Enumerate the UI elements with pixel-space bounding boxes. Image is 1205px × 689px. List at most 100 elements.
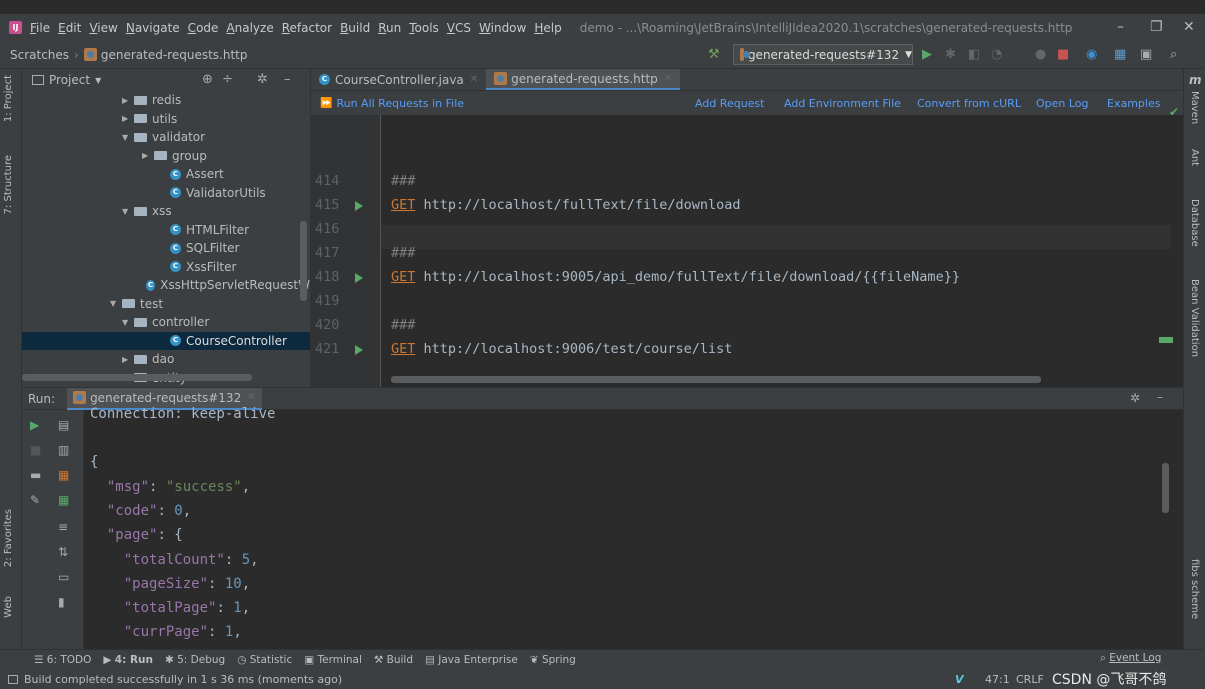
run-configuration-select[interactable]: generated-requests#132 ▼ <box>733 44 913 65</box>
console-output[interactable]: Connection: keep-alive { "msg": "success… <box>90 406 1170 646</box>
tree-item-group[interactable]: ▶ group <box>22 147 310 166</box>
expanded-arrow-icon[interactable]: ▼ <box>122 207 134 216</box>
tool-tab-ant[interactable]: Ant <box>1189 149 1200 166</box>
soft-wrap-icon[interactable]: ▤ <box>58 418 69 432</box>
tool-tab-web[interactable]: Web <box>3 596 14 618</box>
close-icon[interactable]: ✕ <box>470 74 478 85</box>
collapse-icon[interactable]: ÷ <box>222 72 233 87</box>
tree-item-xssfilter[interactable]: C XssFilter <box>22 258 310 277</box>
editor-horizontal-scrollbar[interactable] <box>391 376 1041 383</box>
presentation-icon[interactable]: ▣ <box>1140 47 1152 62</box>
tree-item-xsshttpservletrequestw[interactable]: C XssHttpServletRequestW <box>22 276 310 295</box>
tree-scrollbar[interactable] <box>300 221 307 301</box>
menu-window[interactable]: Window <box>479 21 526 35</box>
tree-item-test[interactable]: ▼ test <box>22 295 310 314</box>
tool-tab-run[interactable]: ▶ 4: Run <box>103 654 153 666</box>
hammer-build-icon[interactable]: ⚒ <box>708 47 720 62</box>
tree-item-validator[interactable]: ▼ validator <box>22 128 310 147</box>
menu-code[interactable]: Code <box>188 21 219 35</box>
delete-icon[interactable]: ▮ <box>58 595 65 609</box>
locate-icon[interactable]: ⊕ <box>202 72 213 87</box>
tool-tab-debug[interactable]: ✱ 5: Debug <box>165 654 225 666</box>
tab-generated-requests[interactable]: generated-requests.http ✕ <box>486 69 681 90</box>
pin-icon[interactable]: ✎ <box>30 493 40 507</box>
breadcrumb-scratches[interactable]: Scratches <box>10 48 69 62</box>
rerun-icon[interactable]: ▶ <box>30 418 39 432</box>
collapsed-arrow-icon[interactable]: ▶ <box>122 114 134 123</box>
console-scrollbar[interactable] <box>1162 463 1169 513</box>
minimize-icon[interactable]: – <box>1117 19 1124 35</box>
line-separator[interactable]: CRLF <box>1016 673 1044 686</box>
close-icon[interactable]: ✕ <box>247 392 255 403</box>
status-toggle-icon[interactable] <box>8 674 18 684</box>
menu-build[interactable]: Build <box>340 21 370 35</box>
menu-file[interactable]: File <box>30 21 50 35</box>
chevron-down-icon[interactable]: ▼ <box>95 76 101 85</box>
menu-tools[interactable]: Tools <box>409 21 439 35</box>
breadcrumb-file[interactable]: generated-requests.http <box>101 48 248 62</box>
hide-icon[interactable]: – <box>284 72 291 87</box>
profile-icon[interactable]: ◔ <box>991 47 1002 62</box>
tool-tab-project[interactable]: 1: Project <box>3 75 14 122</box>
stop-icon[interactable]: ■ <box>1057 47 1069 62</box>
record-icon[interactable]: ● <box>1035 47 1046 62</box>
expanded-arrow-icon[interactable]: ▼ <box>122 133 134 142</box>
tool-tab-terminal[interactable]: ▣ Terminal <box>304 654 362 666</box>
tool-tab-favorites[interactable]: 2: Favorites <box>3 509 14 567</box>
tool-tab-event-log[interactable]: ⌕ Event Log <box>1100 652 1161 665</box>
close-icon[interactable]: ✕ <box>1183 19 1195 35</box>
tree-item-htmlfilter[interactable]: C HTMLFilter <box>22 221 310 240</box>
menu-refactor[interactable]: Refactor <box>282 21 332 35</box>
run-request-icon[interactable] <box>355 345 363 355</box>
add-request-link[interactable]: Add Request <box>695 97 764 110</box>
update-icon[interactable]: ◉ <box>1086 47 1097 62</box>
menu-navigate[interactable]: Navigate <box>126 21 180 35</box>
tool-tab-todo[interactable]: ☰ 6: TODO <box>34 654 91 666</box>
tool-tab-database[interactable]: Database <box>1189 199 1200 247</box>
run-request-icon[interactable] <box>355 273 363 283</box>
collapsed-arrow-icon[interactable]: ▶ <box>122 355 134 364</box>
stop-icon[interactable]: ■ <box>30 443 41 457</box>
restore-icon[interactable]: ❐ <box>1150 19 1163 35</box>
update-available-icon[interactable]: V <box>955 673 964 686</box>
menu-vcs[interactable]: VCS <box>447 21 471 35</box>
search-icon[interactable]: ⌕ <box>1170 47 1177 62</box>
tree-item-dao[interactable]: ▶ dao <box>22 350 310 369</box>
http-response-icon[interactable]: ▦ <box>58 468 69 482</box>
project-structure-icon[interactable]: ▦ <box>1114 47 1126 62</box>
project-view-select[interactable]: Project <box>49 73 90 87</box>
open-response-icon[interactable]: ▦ <box>58 493 69 507</box>
menu-run[interactable]: Run <box>378 21 401 35</box>
coverage-icon[interactable]: ◧ <box>968 47 980 62</box>
tool-tab-java-enterprise[interactable]: ▤ Java Enterprise <box>425 654 518 666</box>
run-all-icon[interactable]: ⏩ <box>320 98 332 109</box>
caret-position[interactable]: 47:1 <box>985 673 1010 686</box>
run-all-requests-link[interactable]: Run All Requests in File <box>336 97 464 110</box>
tool-tab-spring[interactable]: ❦ Spring <box>530 654 576 666</box>
expanded-arrow-icon[interactable]: ▼ <box>110 299 122 308</box>
tab-coursecontroller[interactable]: C CourseController.java ✕ <box>311 69 486 90</box>
menu-help[interactable]: Help <box>534 21 561 35</box>
tree-item-coursecontroller[interactable]: C CourseController <box>22 331 310 350</box>
run-request-icon[interactable] <box>355 201 363 211</box>
close-icon[interactable]: ✕ <box>664 73 672 84</box>
tree-horizontal-scrollbar[interactable] <box>22 374 252 381</box>
examples-link[interactable]: Examples <box>1107 97 1160 110</box>
tree-item-validatorutils[interactable]: C ValidatorUtils <box>22 184 310 203</box>
collapsed-arrow-icon[interactable]: ▶ <box>122 96 134 105</box>
tree-item-controller[interactable]: ▼ controller <box>22 313 310 332</box>
tree-item-utils[interactable]: ▶ utils <box>22 110 310 129</box>
collapsed-arrow-icon[interactable]: ▶ <box>142 151 154 160</box>
convert-from-curl-link[interactable]: Convert from cURL <box>917 97 1021 110</box>
hide-icon[interactable]: – <box>1157 390 1163 404</box>
tool-tab-build[interactable]: ⚒ Build <box>374 654 413 666</box>
gear-icon[interactable]: ✲ <box>1130 391 1140 405</box>
debug-icon[interactable]: ✱ <box>945 47 956 62</box>
menu-analyze[interactable]: Analyze <box>226 21 273 35</box>
tree-item-assert[interactable]: C Assert <box>22 165 310 184</box>
tool-tab-structure[interactable]: 7: Structure <box>3 155 14 214</box>
tool-tab-maven[interactable]: Maven <box>1189 91 1200 124</box>
wrap-icon[interactable]: ≡ <box>58 520 68 534</box>
sort-icon[interactable]: ⇅ <box>58 545 68 559</box>
tree-item-sqlfilter[interactable]: C SQLFilter <box>22 239 310 258</box>
